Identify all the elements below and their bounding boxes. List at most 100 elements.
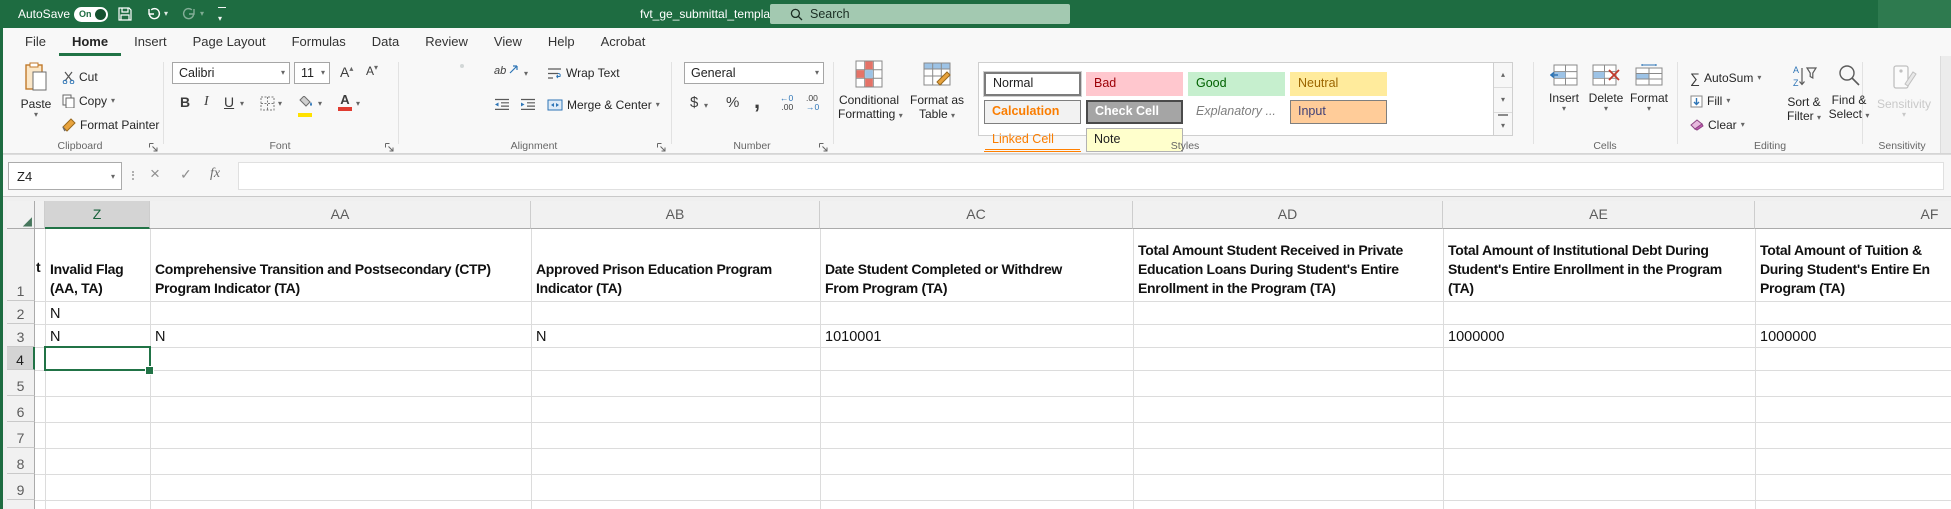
- decrease-indent-button[interactable]: [492, 96, 512, 118]
- column-header-ab[interactable]: AB: [531, 201, 820, 229]
- fill-color-chevron-icon[interactable]: ▾: [318, 100, 322, 108]
- active-cell-selection[interactable]: [44, 346, 151, 371]
- style-input[interactable]: Input: [1290, 100, 1387, 124]
- row-header-5[interactable]: 5: [7, 370, 35, 396]
- copy-button[interactable]: Copy ▾: [62, 94, 115, 108]
- autosave-toggle[interactable]: On: [74, 7, 108, 22]
- style-check-cell[interactable]: Check Cell: [1086, 100, 1183, 124]
- style-calculation[interactable]: Calculation: [984, 100, 1081, 124]
- format-cells-button[interactable]: Format ▾: [1628, 64, 1670, 113]
- row-header-8[interactable]: 8: [7, 448, 35, 474]
- tab-formulas[interactable]: Formulas: [279, 28, 359, 56]
- undo-chevron-icon[interactable]: ▾: [164, 10, 168, 18]
- search-box[interactable]: Search: [770, 4, 1070, 24]
- gallery-more-button[interactable]: ▾: [1498, 114, 1508, 138]
- cell-y1-clipped-fragment[interactable]: t: [36, 259, 45, 279]
- tab-acrobat[interactable]: Acrobat: [588, 28, 659, 56]
- formula-input[interactable]: [238, 162, 1944, 190]
- percent-style-button[interactable]: %: [726, 94, 739, 111]
- insert-function-button[interactable]: fx: [210, 166, 220, 182]
- increase-font-size-button[interactable]: A▴: [340, 64, 353, 80]
- cell-ac3[interactable]: 1010001: [820, 324, 1133, 347]
- align-center-button[interactable]: [434, 96, 438, 100]
- delete-cells-button[interactable]: Delete ▾: [1586, 64, 1626, 113]
- find-select-button[interactable]: Find & Select ▾: [1828, 64, 1870, 121]
- accounting-chevron-icon[interactable]: ▾: [704, 102, 708, 110]
- top-align-button[interactable]: [408, 64, 412, 68]
- paste-button[interactable]: Paste ▾: [14, 62, 58, 119]
- fill-button[interactable]: Fill ▾: [1690, 94, 1730, 108]
- align-right-button[interactable]: [460, 96, 464, 100]
- cell-z2[interactable]: N: [45, 301, 150, 324]
- cell-af1[interactable]: Total Amount of Tuition & During Student'…: [1755, 229, 1951, 301]
- orientation-chevron-icon[interactable]: ▾: [524, 70, 528, 78]
- cell-aa3[interactable]: N: [150, 324, 531, 347]
- font-color-chevron-icon[interactable]: ▾: [356, 100, 360, 108]
- gallery-scroll-up-button[interactable]: ▴: [1494, 63, 1512, 88]
- sort-filter-button[interactable]: A Z Sort & Filter ▾: [1782, 64, 1826, 123]
- align-left-button[interactable]: [408, 96, 412, 100]
- column-header-ac[interactable]: AC: [820, 201, 1133, 229]
- style-neutral[interactable]: Neutral: [1290, 72, 1387, 96]
- conditional-formatting-button[interactable]: Conditional Formatting ▾: [838, 60, 903, 121]
- column-header-af[interactable]: AF: [1755, 201, 1951, 229]
- row-header-3[interactable]: 3: [7, 324, 35, 347]
- row-header-7[interactable]: 7: [7, 422, 35, 448]
- cell-z3[interactable]: N: [45, 324, 150, 347]
- select-all-button[interactable]: ◢: [7, 201, 35, 229]
- increase-decimal-button[interactable]: ←0.00: [780, 94, 793, 112]
- fill-color-button[interactable]: [298, 94, 313, 117]
- tab-view[interactable]: View: [481, 28, 535, 56]
- bottom-align-button[interactable]: [460, 64, 464, 68]
- row-header-1[interactable]: 1: [7, 229, 35, 301]
- tab-help[interactable]: Help: [535, 28, 588, 56]
- font-size-combobox[interactable]: 11 ▾: [294, 62, 330, 84]
- column-header-ad[interactable]: AD: [1133, 201, 1443, 229]
- cell-aa1[interactable]: Comprehensive Transition and Postseconda…: [150, 229, 531, 301]
- row-header-6[interactable]: 6: [7, 396, 35, 422]
- style-good[interactable]: Good: [1188, 72, 1285, 96]
- accounting-format-button[interactable]: $: [690, 94, 698, 111]
- comma-style-button[interactable]: ,: [754, 88, 760, 114]
- tab-review[interactable]: Review: [412, 28, 481, 56]
- insert-cells-button[interactable]: Insert ▾: [1544, 64, 1584, 113]
- cut-button[interactable]: Cut: [62, 70, 98, 84]
- underline-button[interactable]: U: [224, 94, 234, 110]
- style-normal[interactable]: Normal: [984, 72, 1081, 96]
- formula-bar-divider-dots[interactable]: [132, 169, 134, 181]
- row-header-4[interactable]: 4: [7, 347, 35, 370]
- titlebar-account-area[interactable]: [1878, 0, 1951, 28]
- increase-indent-button[interactable]: [518, 96, 538, 118]
- column-header-y-sliver[interactable]: [35, 201, 45, 229]
- tab-data[interactable]: Data: [359, 28, 412, 56]
- decrease-font-size-button[interactable]: A▾: [366, 64, 378, 79]
- font-name-combobox[interactable]: Calibri ▾: [172, 62, 290, 84]
- tab-insert[interactable]: Insert: [121, 28, 180, 56]
- format-as-table-button[interactable]: Format as Table ▾: [906, 60, 968, 121]
- cell-ab3[interactable]: N: [531, 324, 820, 347]
- cell-ae1[interactable]: Total Amount of Institutional Debt Durin…: [1443, 229, 1755, 301]
- cell-ad1[interactable]: Total Amount Student Received in Private…: [1133, 229, 1443, 301]
- customize-quick-access-icon[interactable]: ▾: [218, 7, 226, 26]
- cell-ae3[interactable]: 1000000: [1443, 324, 1755, 347]
- cell-af3[interactable]: 1000000: [1755, 324, 1951, 347]
- clear-button[interactable]: Clear ▾: [1690, 118, 1745, 132]
- save-icon[interactable]: [117, 6, 133, 27]
- name-box[interactable]: Z4 ▾: [8, 162, 122, 190]
- tab-home[interactable]: Home: [58, 28, 122, 56]
- orientation-button[interactable]: ab: [494, 64, 519, 77]
- italic-button[interactable]: I: [204, 94, 209, 110]
- fill-handle[interactable]: [145, 366, 154, 375]
- gallery-scroll-down-button[interactable]: ▾: [1494, 88, 1512, 113]
- decrease-decimal-button[interactable]: .00 →0: [806, 94, 819, 112]
- column-header-aa[interactable]: AA: [150, 201, 531, 229]
- font-color-button[interactable]: A: [338, 92, 352, 111]
- autosum-button[interactable]: ∑ AutoSum ▾: [1690, 70, 1761, 86]
- row-header-10[interactable]: 10: [7, 500, 35, 509]
- column-header-z[interactable]: Z: [45, 201, 150, 229]
- underline-chevron-icon[interactable]: ▾: [240, 100, 244, 108]
- borders-chevron-icon[interactable]: ▾: [278, 100, 282, 108]
- undo-icon[interactable]: [146, 6, 161, 26]
- tab-file[interactable]: File: [12, 28, 59, 56]
- wrap-text-button[interactable]: Wrap Text: [547, 66, 620, 80]
